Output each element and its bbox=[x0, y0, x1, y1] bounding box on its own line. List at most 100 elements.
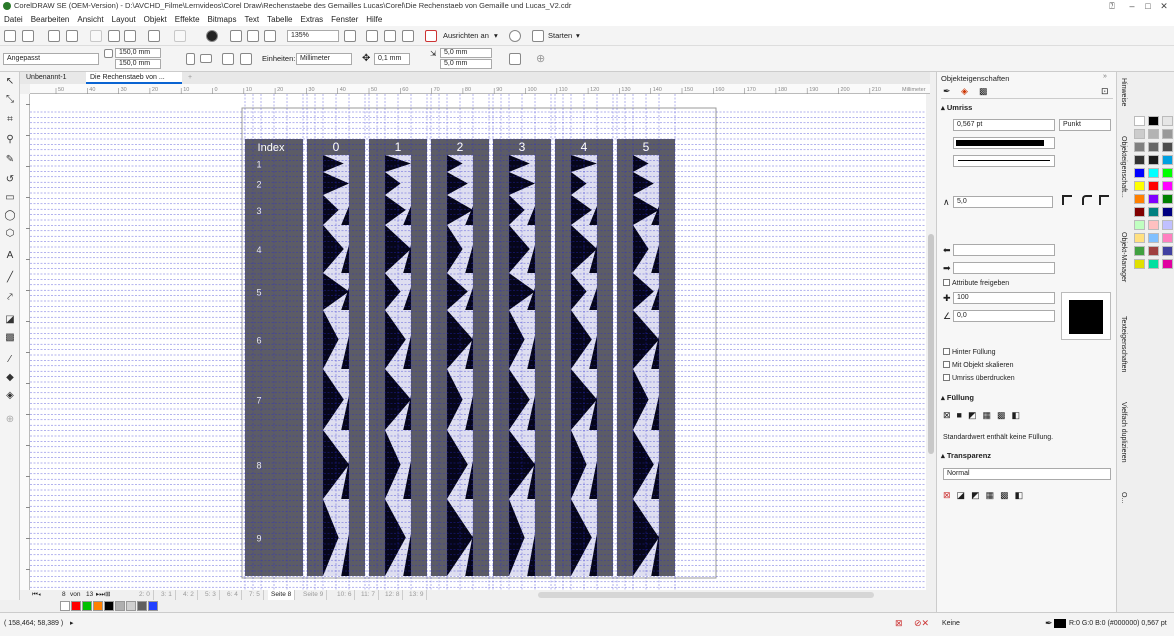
page-tab[interactable]: 4: 2 bbox=[180, 590, 198, 600]
document-palette-swatch[interactable] bbox=[148, 601, 158, 611]
add-tab-icon[interactable]: + bbox=[184, 72, 196, 84]
tab-objekt-manager[interactable]: Objekt-Manager bbox=[1120, 232, 1127, 282]
outline-color-select[interactable] bbox=[953, 137, 1055, 149]
palette-swatch[interactable] bbox=[1162, 155, 1173, 165]
palette-swatch[interactable] bbox=[1162, 233, 1173, 243]
zoom-level-field[interactable]: 135% bbox=[287, 30, 339, 42]
fill-tab-icon[interactable]: ◈ bbox=[961, 86, 968, 97]
menu-bearbeiten[interactable]: Bearbeiten bbox=[27, 15, 74, 24]
all-pages-icon[interactable] bbox=[222, 53, 234, 65]
launch-icon[interactable] bbox=[532, 30, 544, 42]
add-page-icon[interactable]: ⊕ bbox=[536, 53, 545, 65]
palette-swatch[interactable] bbox=[1162, 142, 1173, 152]
tab-more[interactable]: O... bbox=[1120, 492, 1127, 503]
cut-icon[interactable] bbox=[90, 30, 102, 42]
vertical-ruler[interactable] bbox=[20, 94, 30, 590]
horizontal-ruler[interactable]: 50 40 30 20 10 0 10 20 30 40 50 60 70 80 90 100 110 120 13… bbox=[30, 84, 930, 94]
palette-swatch[interactable] bbox=[1162, 220, 1173, 230]
transparency-tab-icon[interactable]: ▩ bbox=[979, 86, 988, 97]
connector-tool-icon[interactable]: ⤤ bbox=[4, 292, 16, 304]
document-palette-swatch[interactable] bbox=[126, 601, 136, 611]
palette-swatch[interactable] bbox=[1148, 129, 1159, 139]
outline-unit-select[interactable]: Punkt bbox=[1059, 119, 1111, 131]
pick-tool-icon[interactable]: ↖ bbox=[4, 76, 16, 88]
end-arrow-select[interactable] bbox=[953, 262, 1055, 274]
document-palette-swatch[interactable] bbox=[104, 601, 114, 611]
menu-extras[interactable]: Extras bbox=[296, 15, 327, 24]
horizontal-scroll-thumb[interactable] bbox=[538, 592, 874, 598]
current-page-number[interactable]: 8 bbox=[62, 590, 66, 600]
open-icon[interactable] bbox=[22, 30, 34, 42]
duplicate-y-field[interactable]: 5,0 mm bbox=[440, 59, 492, 69]
miter-limit-field[interactable]: 5,0 bbox=[953, 196, 1053, 208]
tab-vielfach-duplizieren[interactable]: Vielfach duplizieren bbox=[1120, 402, 1127, 463]
corner-round-icon[interactable] bbox=[1082, 195, 1092, 205]
full-screen-icon[interactable] bbox=[344, 30, 356, 42]
duplicate-x-field[interactable]: 5,0 mm bbox=[440, 48, 492, 58]
import-icon[interactable] bbox=[230, 30, 242, 42]
uniform-fill-icon[interactable]: ■ bbox=[957, 410, 962, 422]
nib-shape-preview[interactable] bbox=[1061, 292, 1111, 340]
nudge-field[interactable]: 0,1 mm bbox=[374, 53, 410, 65]
page-tab[interactable]: 12: 8 bbox=[382, 590, 404, 600]
palette-swatch[interactable] bbox=[1134, 155, 1145, 165]
paste-icon[interactable] bbox=[124, 30, 136, 42]
snap-icon[interactable] bbox=[425, 30, 437, 42]
page-tab[interactable]: Seite 9 bbox=[300, 590, 328, 600]
tab-unbenannt[interactable]: Unbenannt-1 bbox=[22, 72, 70, 84]
no-fill-type-icon[interactable]: ⊠ bbox=[943, 410, 951, 422]
palette-swatch[interactable] bbox=[1148, 259, 1159, 269]
menu-hilfe[interactable]: Hilfe bbox=[362, 15, 386, 24]
corner-bevel-icon[interactable] bbox=[1099, 195, 1109, 205]
page-tab[interactable]: 7: 5 bbox=[246, 590, 264, 600]
save-icon[interactable] bbox=[48, 30, 60, 42]
guidelines-icon[interactable] bbox=[402, 30, 414, 42]
status-expand-icon[interactable]: ▸ bbox=[70, 619, 74, 627]
copy-icon[interactable] bbox=[108, 30, 120, 42]
rulers-icon[interactable] bbox=[366, 30, 378, 42]
menu-tabelle[interactable]: Tabelle bbox=[263, 15, 296, 24]
export-icon[interactable] bbox=[247, 30, 259, 42]
parallel-dimension-icon[interactable]: ╱ bbox=[4, 272, 16, 284]
page-height-field[interactable]: 150,0 mm bbox=[115, 59, 161, 69]
document-palette-swatch[interactable] bbox=[137, 601, 147, 611]
outline-tab-icon[interactable]: ✒ bbox=[943, 86, 951, 97]
page-preset-select[interactable]: Angepasst bbox=[3, 53, 99, 65]
line-style-select[interactable] bbox=[953, 155, 1055, 167]
units-select[interactable]: Millimeter bbox=[296, 53, 352, 65]
palette-swatch[interactable] bbox=[1134, 116, 1145, 126]
page-tab[interactable]: 6: 4 bbox=[224, 590, 242, 600]
palette-swatch[interactable] bbox=[1148, 207, 1159, 217]
palette-swatch[interactable] bbox=[1134, 246, 1145, 256]
transparency-section-title[interactable]: ▴ Transparenz bbox=[941, 450, 991, 462]
palette-swatch[interactable] bbox=[1148, 181, 1159, 191]
smart-fill-icon[interactable]: ◈ bbox=[4, 390, 16, 402]
palette-swatch[interactable] bbox=[1134, 207, 1145, 217]
new-document-icon[interactable] bbox=[4, 30, 16, 42]
outline-pen-icon[interactable]: ✒ bbox=[1045, 618, 1053, 629]
docker-expand-icon[interactable]: » bbox=[1103, 73, 1107, 80]
palette-swatch[interactable] bbox=[1162, 116, 1173, 126]
palette-swatch[interactable] bbox=[1162, 194, 1173, 204]
export-pdf-icon[interactable] bbox=[264, 30, 276, 42]
tab-hinweise[interactable]: Hinweise bbox=[1120, 78, 1127, 106]
undo-icon[interactable] bbox=[148, 30, 160, 42]
current-page-icon[interactable] bbox=[240, 53, 252, 65]
vector-pattern-icon[interactable]: ▦ bbox=[983, 410, 992, 422]
vertical-scrollbar[interactable] bbox=[926, 94, 936, 590]
no-transparency-icon[interactable]: ⊠ bbox=[943, 490, 951, 502]
outline-width-field[interactable]: 0,567 pt bbox=[953, 119, 1055, 131]
snap-dropdown-icon[interactable]: ▾ bbox=[494, 30, 498, 42]
behind-fill-checkbox[interactable]: Hinter Füllung bbox=[943, 348, 996, 358]
overprint-outline-checkbox[interactable]: Umriss überdrucken bbox=[943, 374, 1015, 384]
palette-swatch[interactable] bbox=[1134, 194, 1145, 204]
transparency-icon[interactable]: ▩ bbox=[4, 332, 16, 344]
search-content-icon[interactable] bbox=[206, 30, 218, 42]
document-palette-swatch[interactable] bbox=[71, 601, 81, 611]
palette-swatch[interactable] bbox=[1162, 207, 1173, 217]
palette-swatch[interactable] bbox=[1148, 116, 1159, 126]
menu-bitmaps[interactable]: Bitmaps bbox=[204, 15, 241, 24]
palette-swatch[interactable] bbox=[1134, 142, 1145, 152]
menu-layout[interactable]: Layout bbox=[108, 15, 140, 24]
scale-with-object-checkbox[interactable]: Mit Objekt skalieren bbox=[943, 361, 1013, 371]
